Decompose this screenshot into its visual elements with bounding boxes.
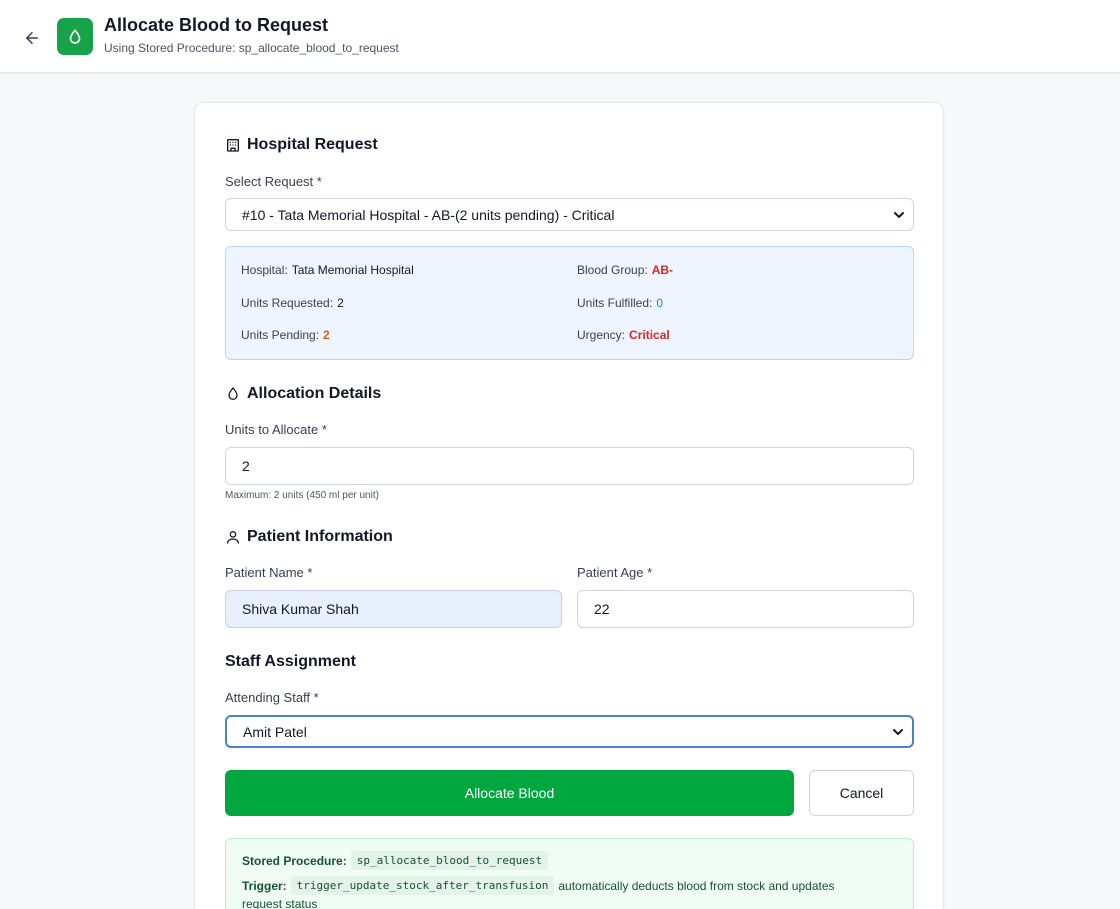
blood-drop-icon bbox=[69, 28, 81, 44]
stored-procedure-code: sp_allocate_blood_to_request bbox=[350, 851, 549, 870]
arrow-left-icon bbox=[26, 32, 38, 44]
app-logo bbox=[57, 18, 93, 55]
urgency-value: Critical bbox=[629, 328, 670, 342]
hospital-request-heading: Hospital Request bbox=[225, 136, 378, 154]
request-details-panel: Hospital: Tata Memorial Hospital Blood Gr… bbox=[225, 246, 914, 360]
units-requested-value: 2 bbox=[337, 296, 344, 310]
patient-information-heading: Patient Information bbox=[225, 528, 393, 546]
staff-assignment-title: Staff Assignment bbox=[225, 653, 356, 670]
patient-information-title: Patient Information bbox=[247, 528, 393, 545]
allocation-details-title: Allocation Details bbox=[247, 385, 382, 402]
units-to-allocate-input[interactable]: 2 bbox=[225, 447, 914, 485]
attending-staff-value: Amit Patel bbox=[243, 723, 307, 740]
blood-group-detail: Blood Group: AB- bbox=[577, 263, 674, 277]
attending-staff-select[interactable]: Amit Patel bbox=[225, 715, 914, 748]
user-icon bbox=[227, 531, 239, 544]
units-pending-detail: Units Pending: 2 bbox=[241, 328, 330, 342]
request-select[interactable]: #10 - Tata Memorial Hospital - AB-(2 uni… bbox=[225, 198, 914, 231]
stored-procedure-label: Stored Procedure: bbox=[242, 853, 347, 868]
trigger-label: Trigger: bbox=[242, 878, 287, 893]
urgency-detail: Urgency: Critical bbox=[577, 328, 670, 342]
units-to-allocate-label: Units to Allocate * bbox=[225, 422, 327, 437]
trigger-code: trigger_update_stock_after_transfusion bbox=[290, 876, 555, 895]
units-pending-value: 2 bbox=[323, 328, 330, 342]
patient-name-input[interactable]: Shiva Kumar Shah bbox=[225, 590, 562, 628]
attending-staff-label: Attending Staff * bbox=[225, 690, 319, 705]
page-title: Allocate Blood to Request bbox=[104, 15, 329, 35]
hospital-icon bbox=[227, 139, 239, 152]
allocate-blood-button[interactable]: Allocate Blood bbox=[225, 770, 794, 816]
hospital-value: Tata Memorial Hospital bbox=[291, 263, 414, 277]
staff-assignment-heading: Staff Assignment bbox=[225, 653, 356, 671]
chevron-down-icon bbox=[894, 211, 904, 218]
allocation-details-heading: Allocation Details bbox=[225, 385, 381, 403]
units-fulfilled-detail: Units Fulfilled: 0 bbox=[577, 296, 664, 310]
allocation-form-card: Hospital Request Select Request * #10 - … bbox=[194, 102, 944, 909]
hospital-detail: Hospital: Tata Memorial Hospital bbox=[241, 263, 414, 277]
blood-group-value: AB- bbox=[651, 263, 674, 277]
hospital-request-title: Hospital Request bbox=[247, 136, 378, 153]
trigger-description: automatically deducts blood from stock a… bbox=[558, 878, 835, 893]
patient-age-label: Patient Age * bbox=[577, 565, 653, 580]
trigger-description-continued: request status bbox=[242, 897, 318, 909]
units-hint: Maximum: 2 units (450 ml per unit) bbox=[225, 490, 379, 501]
stored-procedure-line: Stored Procedure: sp_allocate_blood_to_r… bbox=[242, 851, 549, 870]
units-requested-detail: Units Requested: 2 bbox=[241, 296, 344, 310]
page-subtitle: Using Stored Procedure: sp_allocate_bloo… bbox=[104, 41, 399, 55]
top-bar: Allocate Blood to Request Using Stored P… bbox=[0, 0, 1120, 73]
request-select-value: #10 - Tata Memorial Hospital - AB-(2 uni… bbox=[242, 206, 615, 223]
blood-drop-icon bbox=[228, 387, 238, 400]
back-button[interactable] bbox=[18, 24, 46, 52]
trigger-line: Trigger: trigger_update_stock_after_tran… bbox=[242, 876, 835, 895]
patient-age-input[interactable]: 22 bbox=[577, 590, 914, 628]
procedure-info-panel: Stored Procedure: sp_allocate_blood_to_r… bbox=[225, 838, 914, 909]
cancel-button[interactable]: Cancel bbox=[809, 770, 914, 816]
units-fulfilled-value: 0 bbox=[656, 296, 664, 310]
chevron-down-icon bbox=[893, 728, 903, 735]
patient-name-label: Patient Name * bbox=[225, 565, 313, 580]
select-request-label: Select Request * bbox=[225, 174, 322, 189]
